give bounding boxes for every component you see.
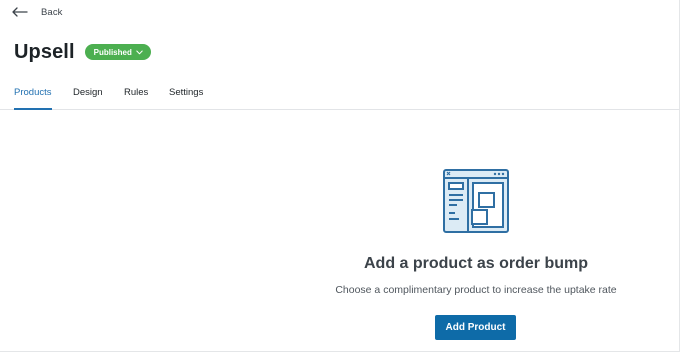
browser-window-layout-icon [443, 168, 509, 239]
tab-rules[interactable]: Rules [124, 87, 148, 109]
tab-products[interactable]: Products [14, 87, 52, 110]
add-product-button[interactable]: Add Product [435, 315, 516, 340]
tab-design[interactable]: Design [73, 87, 103, 109]
title-row: Upsell Published [14, 38, 151, 66]
empty-state-heading: Add a product as order bump [363, 255, 588, 272]
status-badge-label: Published [93, 47, 132, 57]
status-badge[interactable]: Published [84, 44, 151, 60]
tab-bar: Products Design Rules Settings [0, 78, 680, 110]
page-title: Upsell [14, 40, 75, 63]
empty-state-description: Choose a complimentary product to increa… [335, 284, 617, 296]
tab-settings[interactable]: Settings [169, 87, 203, 109]
back-link[interactable]: Back [12, 3, 63, 21]
chevron-down-icon [136, 50, 143, 54]
arrow-left-icon [12, 7, 28, 17]
back-label: Back [41, 6, 63, 18]
